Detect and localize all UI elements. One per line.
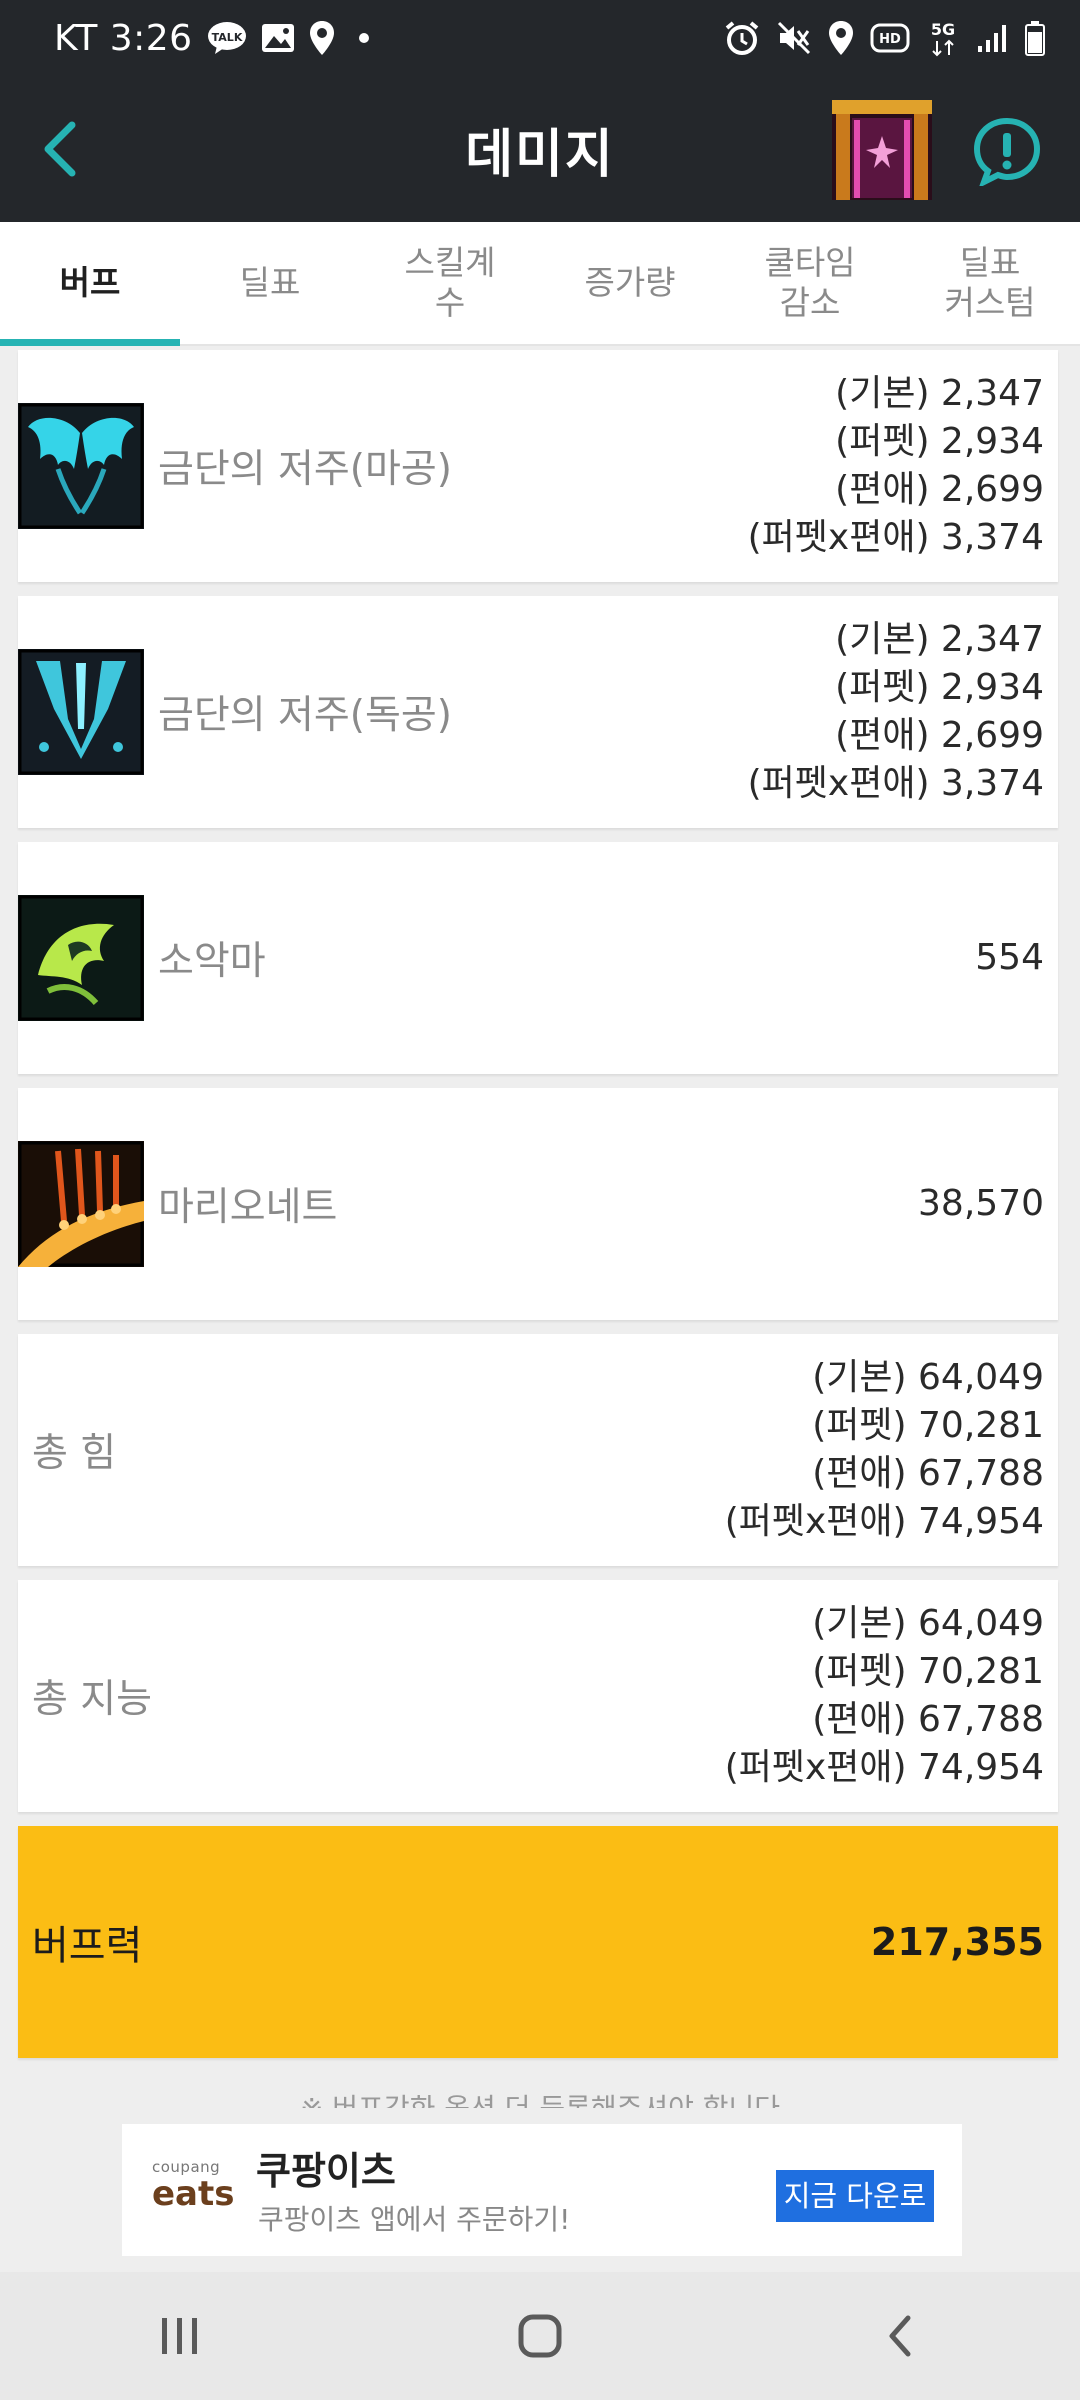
coupang-eats-logo: coupang eats: [152, 2158, 235, 2214]
value-line: (퍼펫x편애) 3,374: [747, 763, 1044, 804]
row-name: 소악마: [158, 939, 266, 984]
value-line: (기본) 64,049: [812, 1603, 1044, 1644]
row-values: 38,570: [918, 1180, 1044, 1228]
list-item[interactable]: 금단의 저주(독공) (기본) 2,347 (퍼펫) 2,934 (편애) 2,…: [18, 596, 1058, 828]
app-root: KT 3:26 TALK HD 5G 데미지 버프 딜표 스킬계 수 증가량 쿨…: [0, 0, 1080, 2400]
system-back-button[interactable]: [840, 2291, 960, 2381]
value-line: (편애) 67,788: [812, 1453, 1044, 1494]
imp-skill-icon: [18, 895, 144, 1021]
marionette-skill-icon: [18, 1141, 144, 1267]
value-line: 38,570: [918, 1183, 1044, 1224]
net-badge-text: 5G: [931, 20, 955, 39]
list-item[interactable]: 소악마 554: [18, 842, 1058, 1074]
value-line: (기본) 64,049: [812, 1357, 1044, 1398]
ad-banner[interactable]: coupang eats 쿠팡이츠 쿠팡이츠 앱에서 주문하기! 지금 다운로: [122, 2124, 962, 2256]
row-values: (기본) 64,049 (퍼펫) 70,281 (편애) 67,788 (퍼펫x…: [725, 1354, 1044, 1546]
tab-custom-damage-table[interactable]: 딜표 커스텀: [900, 222, 1080, 344]
blade-skill-icon: [18, 649, 144, 775]
total-buff-power-row: 버프력 217,355: [18, 1826, 1058, 2058]
logo-bottom-text: eats: [152, 2174, 235, 2214]
row-name: 총 지능: [32, 1677, 153, 1722]
status-right: HD 5G: [724, 19, 1046, 57]
row-name: 금단의 저주(마공): [158, 447, 452, 492]
row-values: (기본) 64,049 (퍼펫) 70,281 (편애) 67,788 (퍼펫x…: [725, 1600, 1044, 1792]
value-line: (퍼펫) 2,934: [835, 421, 1044, 462]
mute-icon: [776, 20, 812, 56]
value-line: (편애) 2,699: [835, 469, 1044, 510]
row-values: 554: [975, 934, 1044, 982]
character-avatar[interactable]: [832, 100, 932, 200]
row-values: (기본) 2,347 (퍼펫) 2,934 (편애) 2,699 (퍼펫x편애)…: [748, 370, 1044, 562]
value-line: (기본) 2,347: [835, 373, 1044, 414]
row-values: (기본) 2,347 (퍼펫) 2,934 (편애) 2,699 (퍼펫x편애)…: [748, 616, 1044, 808]
tab-cooldown-reduction[interactable]: 쿨타임 감소: [720, 222, 900, 344]
value-line: (편애) 67,788: [812, 1699, 1044, 1740]
tab-increase[interactable]: 증가량: [540, 222, 720, 344]
row-name: 마리오네트: [158, 1185, 338, 1230]
battery-icon: [1024, 20, 1046, 56]
hd-badge-text: HD: [879, 32, 901, 47]
recent-apps-icon: [162, 2318, 197, 2354]
total-label: 버프력: [32, 1923, 143, 1969]
home-button[interactable]: [480, 2291, 600, 2381]
app-bar: 데미지: [0, 76, 1080, 222]
recent-apps-button[interactable]: [120, 2291, 240, 2381]
tab-buff[interactable]: 버프: [0, 222, 180, 346]
home-icon: [518, 2314, 562, 2358]
alert-button[interactable]: [972, 116, 1042, 189]
value-line: (편애) 2,699: [835, 715, 1044, 756]
value-line: (퍼펫x편애) 3,374: [747, 517, 1044, 558]
value-line: (기본) 2,347: [835, 619, 1044, 660]
row-name: 총 힘: [32, 1431, 117, 1476]
total-value: 217,355: [870, 1920, 1044, 1964]
footnote: ※ 버프강화 옵션 더 등록해주셔야 합니다: [0, 2086, 1080, 2108]
hd-icon: HD: [870, 23, 910, 53]
value-line: (퍼펫) 70,281: [812, 1405, 1044, 1446]
list-item[interactable]: 총 힘 (기본) 64,049 (퍼펫) 70,281 (편애) 67,788 …: [18, 1334, 1058, 1566]
location-icon: [309, 20, 335, 56]
value-line: (퍼펫x편애) 74,954: [724, 1747, 1044, 1788]
talk-badge-text: TALK: [211, 31, 242, 44]
row-name: 금단의 저주(독공): [158, 693, 452, 738]
location-icon: [828, 20, 854, 56]
tab-skill-coefficient[interactable]: 스킬계 수: [360, 222, 540, 344]
status-bar: KT 3:26 TALK HD 5G: [0, 0, 1080, 76]
ad-subtitle: 쿠팡이츠 앱에서 주문하기!: [258, 2203, 571, 2236]
value-line: (퍼펫) 70,281: [812, 1651, 1044, 1692]
value-line: (퍼펫x편애) 74,954: [724, 1501, 1044, 1542]
5g-icon: 5G: [926, 19, 960, 57]
buff-list: 금단의 저주(마공) (기본) 2,347 (퍼펫) 2,934 (편애) 2,…: [18, 350, 1058, 2072]
wings-skill-icon: [18, 403, 144, 529]
talk-icon: TALK: [207, 21, 247, 55]
ad-download-button[interactable]: 지금 다운로: [776, 2170, 934, 2222]
system-nav-bar: [0, 2272, 1080, 2400]
status-left: KT 3:26 TALK: [54, 18, 379, 59]
ad-title: 쿠팡이츠: [256, 2149, 396, 2193]
list-item[interactable]: 마리오네트 38,570: [18, 1088, 1058, 1320]
value-line: (퍼펫) 2,934: [835, 667, 1044, 708]
tab-bar: 버프 딜표 스킬계 수 증가량 쿨타임 감소 딜표 커스텀: [0, 222, 1080, 346]
image-icon: [261, 23, 295, 53]
list-item[interactable]: 금단의 저주(마공) (기본) 2,347 (퍼펫) 2,934 (편애) 2,…: [18, 350, 1058, 582]
value-line: 554: [975, 937, 1044, 978]
signal-icon: [976, 22, 1008, 54]
list-item[interactable]: 총 지능 (기본) 64,049 (퍼펫) 70,281 (편애) 67,788…: [18, 1580, 1058, 1812]
back-icon: [889, 2315, 911, 2357]
carrier-time: KT 3:26: [54, 17, 193, 59]
dot-icon: [349, 23, 379, 53]
tab-damage-table[interactable]: 딜표: [180, 222, 360, 344]
alert-circle-icon: [973, 117, 1041, 189]
alarm-icon: [724, 20, 760, 56]
